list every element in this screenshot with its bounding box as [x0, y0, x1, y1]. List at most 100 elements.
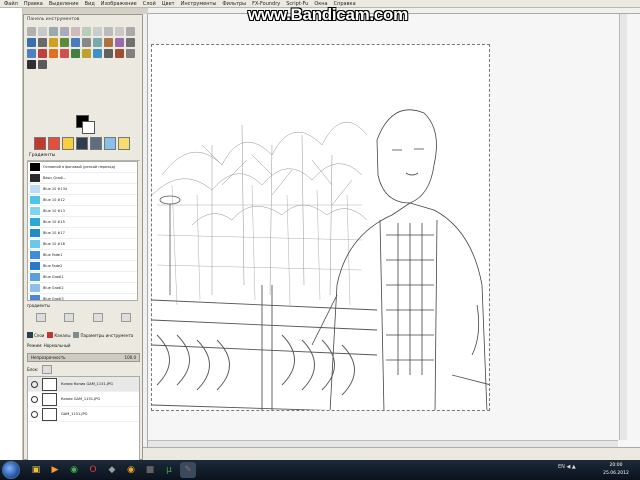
scale-tool-icon[interactable]: [82, 38, 91, 47]
perspective-tool-icon[interactable]: [104, 38, 113, 47]
text-tool-icon[interactable]: [27, 49, 36, 58]
gradient-item[interactable]: Blue Fade2: [28, 261, 137, 272]
clone-tool-icon[interactable]: [115, 49, 124, 58]
delete-gradient-button[interactable]: [92, 313, 103, 322]
bucket-fill-tool-icon[interactable]: [38, 49, 47, 58]
crop-tool-icon[interactable]: [60, 38, 69, 47]
menu-item[interactable]: Изображение: [101, 1, 137, 7]
app5-taskbar-icon[interactable]: ◆: [104, 462, 120, 478]
rotate-tool-icon[interactable]: [71, 38, 80, 47]
eraser-tool-icon[interactable]: [82, 49, 91, 58]
eye-icon[interactable]: [31, 410, 38, 418]
gradient-item[interactable]: Blue Gradi3: [28, 294, 137, 300]
zoom-tool-icon[interactable]: [126, 27, 135, 36]
tab-2[interactable]: Параметры инструмента: [73, 332, 133, 338]
menu-item[interactable]: Цвет: [162, 1, 175, 7]
brush-icon[interactable]: [34, 137, 46, 150]
media-taskbar-icon[interactable]: ▶: [47, 462, 63, 478]
layer-row[interactable]: GAM_1151.JPG: [28, 407, 139, 422]
cage-tool-icon[interactable]: [126, 38, 135, 47]
gradients-tab[interactable]: Градиенты: [27, 153, 140, 161]
new-gradient-button[interactable]: [36, 313, 47, 322]
chrome-taskbar-icon[interactable]: ◉: [66, 462, 82, 478]
refresh-gradient-button[interactable]: [120, 313, 131, 322]
system-tray[interactable]: EN ◀ ▲: [558, 464, 594, 476]
paintbrush-tool-icon[interactable]: [71, 49, 80, 58]
color-picker-tool-icon[interactable]: [115, 27, 124, 36]
gradient-item[interactable]: Blue Gradi1: [28, 272, 137, 283]
menu-item[interactable]: Фильтры: [222, 1, 246, 7]
opacity-value[interactable]: 100.0: [125, 355, 136, 360]
opacity-slider[interactable]: Непрозрачность 100.0: [27, 353, 140, 362]
horizontal-scrollbar[interactable]: [148, 440, 618, 447]
gradient-item[interactable]: Blue 10 #18: [28, 239, 137, 250]
dodge-tool-icon[interactable]: [38, 60, 47, 69]
opera-taskbar-icon[interactable]: O: [85, 462, 101, 478]
free-select-tool-icon[interactable]: [49, 27, 58, 36]
fuzzy-select-tool-icon[interactable]: [60, 27, 69, 36]
layer-row[interactable]: Копия Копия GAM_1151.JPG: [28, 377, 139, 392]
blend-tool-icon[interactable]: [49, 49, 58, 58]
font-icon[interactable]: [76, 137, 88, 150]
airbrush-tool-icon[interactable]: [93, 49, 102, 58]
move-tool-icon[interactable]: [38, 38, 47, 47]
smudge-tool-icon[interactable]: [27, 60, 36, 69]
explorer-taskbar-icon[interactable]: ▣: [28, 462, 44, 478]
layer-row[interactable]: Копия GAM_1151.JPG: [28, 392, 139, 407]
duplicate-gradient-button[interactable]: [64, 313, 75, 322]
menu-item[interactable]: Выделение: [49, 1, 79, 7]
gradient-icon[interactable]: [62, 137, 74, 150]
ink-tool-icon[interactable]: [104, 49, 113, 58]
scissors-tool-icon[interactable]: [82, 27, 91, 36]
foreground-select-tool-icon[interactable]: [93, 27, 102, 36]
app7-taskbar-icon[interactable]: ■: [142, 462, 158, 478]
gradient-item[interactable]: Blue 10 #15: [28, 217, 137, 228]
gradient-item[interactable]: Blue Gradi2: [28, 283, 137, 294]
clock[interactable]: 20:00 25.06.2012: [598, 462, 634, 478]
image-icon[interactable]: [104, 137, 116, 150]
menu-item[interactable]: Правка: [24, 1, 43, 7]
torrent-taskbar-icon[interactable]: μ: [161, 462, 177, 478]
chrome2-taskbar-icon[interactable]: ◉: [123, 462, 139, 478]
gradient-item[interactable]: Blue 10 #134: [28, 184, 137, 195]
document-icon[interactable]: [118, 137, 130, 150]
ellipse-select-tool-icon[interactable]: [38, 27, 47, 36]
measure-tool-icon[interactable]: [27, 38, 36, 47]
paths-tool-icon[interactable]: [104, 27, 113, 36]
background-color-swatch[interactable]: [82, 121, 95, 134]
eye-icon[interactable]: [31, 395, 38, 403]
heal-tool-icon[interactable]: [126, 49, 135, 58]
palette-icon[interactable]: [90, 137, 102, 150]
gradient-item[interactable]: Blue 10 #12: [28, 195, 137, 206]
image-canvas[interactable]: [151, 44, 490, 411]
vertical-scrollbar[interactable]: [619, 14, 627, 440]
gradient-item[interactable]: Blue Fade1: [28, 250, 137, 261]
color-select-tool-icon[interactable]: [71, 27, 80, 36]
gradient-item[interactable]: Blue 10 #17: [28, 228, 137, 239]
gradient-item[interactable]: Основной в фоновый (резкий переход): [28, 162, 137, 173]
lock-pixels-toggle[interactable]: [41, 365, 52, 374]
tab-label: Каналы: [54, 332, 71, 338]
menu-item[interactable]: Файл: [4, 1, 18, 7]
menu-item[interactable]: Инструменты: [181, 1, 217, 7]
pencil-tool-icon[interactable]: [60, 49, 69, 58]
flip-tool-icon[interactable]: [115, 38, 124, 47]
gradient-list[interactable]: Основной в фоновый (резкий переход) Basic…: [27, 161, 138, 301]
start-button[interactable]: [2, 461, 20, 479]
gimp-taskbar-icon[interactable]: ✎: [180, 462, 196, 478]
menu-item[interactable]: Слой: [143, 1, 156, 7]
toolbox-dock: Панель инструментов Градиенты Основной в…: [23, 14, 143, 473]
color-selector[interactable]: [76, 115, 96, 135]
channels-icon: [47, 332, 54, 338]
menu-item[interactable]: Вид: [85, 1, 95, 7]
align-tool-icon[interactable]: [49, 38, 58, 47]
gradient-item[interactable]: Basic Gradi...: [28, 173, 137, 184]
pattern-icon[interactable]: [48, 137, 60, 150]
layer-mode[interactable]: Режим: Нормальный: [27, 343, 140, 351]
eye-icon[interactable]: [31, 380, 38, 388]
tab-0[interactable]: Слои: [27, 332, 44, 338]
shear-tool-icon[interactable]: [93, 38, 102, 47]
gradient-item[interactable]: Blue 10 #13: [28, 206, 137, 217]
rect-select-tool-icon[interactable]: [27, 27, 36, 36]
tab-1[interactable]: Каналы: [47, 332, 70, 338]
